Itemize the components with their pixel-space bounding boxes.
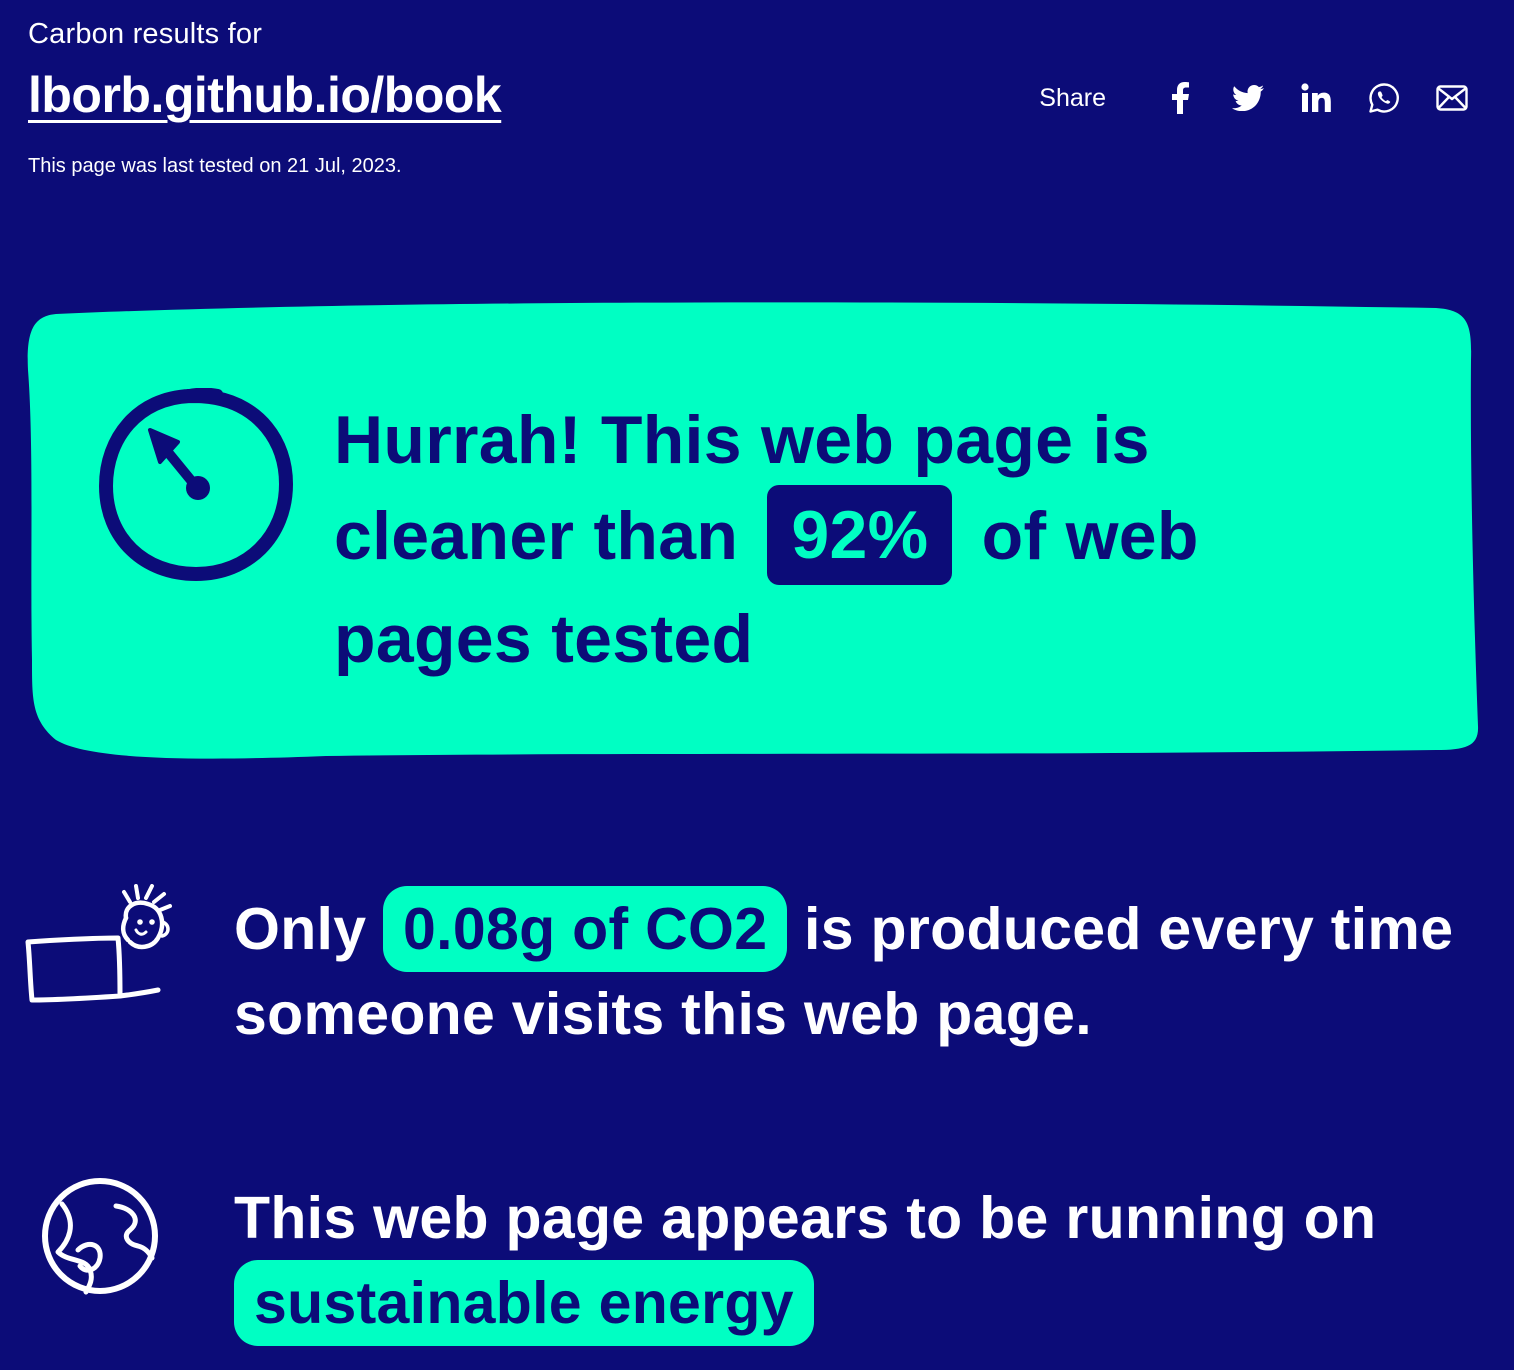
globe-icon [38,1174,162,1303]
site-url-link[interactable]: lborb.github.io/book [28,66,502,124]
email-icon[interactable] [1430,76,1474,120]
co2-prefix: Only [234,896,367,962]
energy-text: This web page appears to be running on [234,1185,1377,1251]
share-bar: Share [1039,76,1474,120]
score-line-2-start: cleaner than [334,498,739,574]
score-line-2-end: of web [981,498,1199,574]
facebook-icon[interactable] [1158,76,1202,120]
twitter-icon[interactable] [1226,76,1270,120]
results-label: Carbon results for [28,18,263,50]
whatsapp-icon[interactable] [1362,76,1406,120]
last-tested-text: This page was last tested on 21 Jul, 202… [28,155,402,177]
gauge-icon [98,387,294,589]
score-line-3: pages tested [334,601,754,678]
co2-statement: Only 0.08g of CO2 is produced every time… [234,886,1474,1056]
co2-amount-highlight: 0.08g of CO2 [383,886,788,972]
linkedin-icon[interactable] [1294,76,1338,120]
cleaner-percentage-badge: 92% [767,485,953,586]
sustainable-energy-highlight: sustainable energy [234,1260,814,1346]
energy-statement: This web page appears to be running on s… [234,1176,1474,1346]
person-laptop-icon [24,884,180,1013]
score-statement: Hurrah! This web page is cleaner than 92… [334,392,1384,687]
score-line-1: Hurrah! This web page is [334,402,1150,478]
share-label: Share [1039,83,1106,112]
score-card: Hurrah! This web page is cleaner than 92… [26,300,1480,762]
